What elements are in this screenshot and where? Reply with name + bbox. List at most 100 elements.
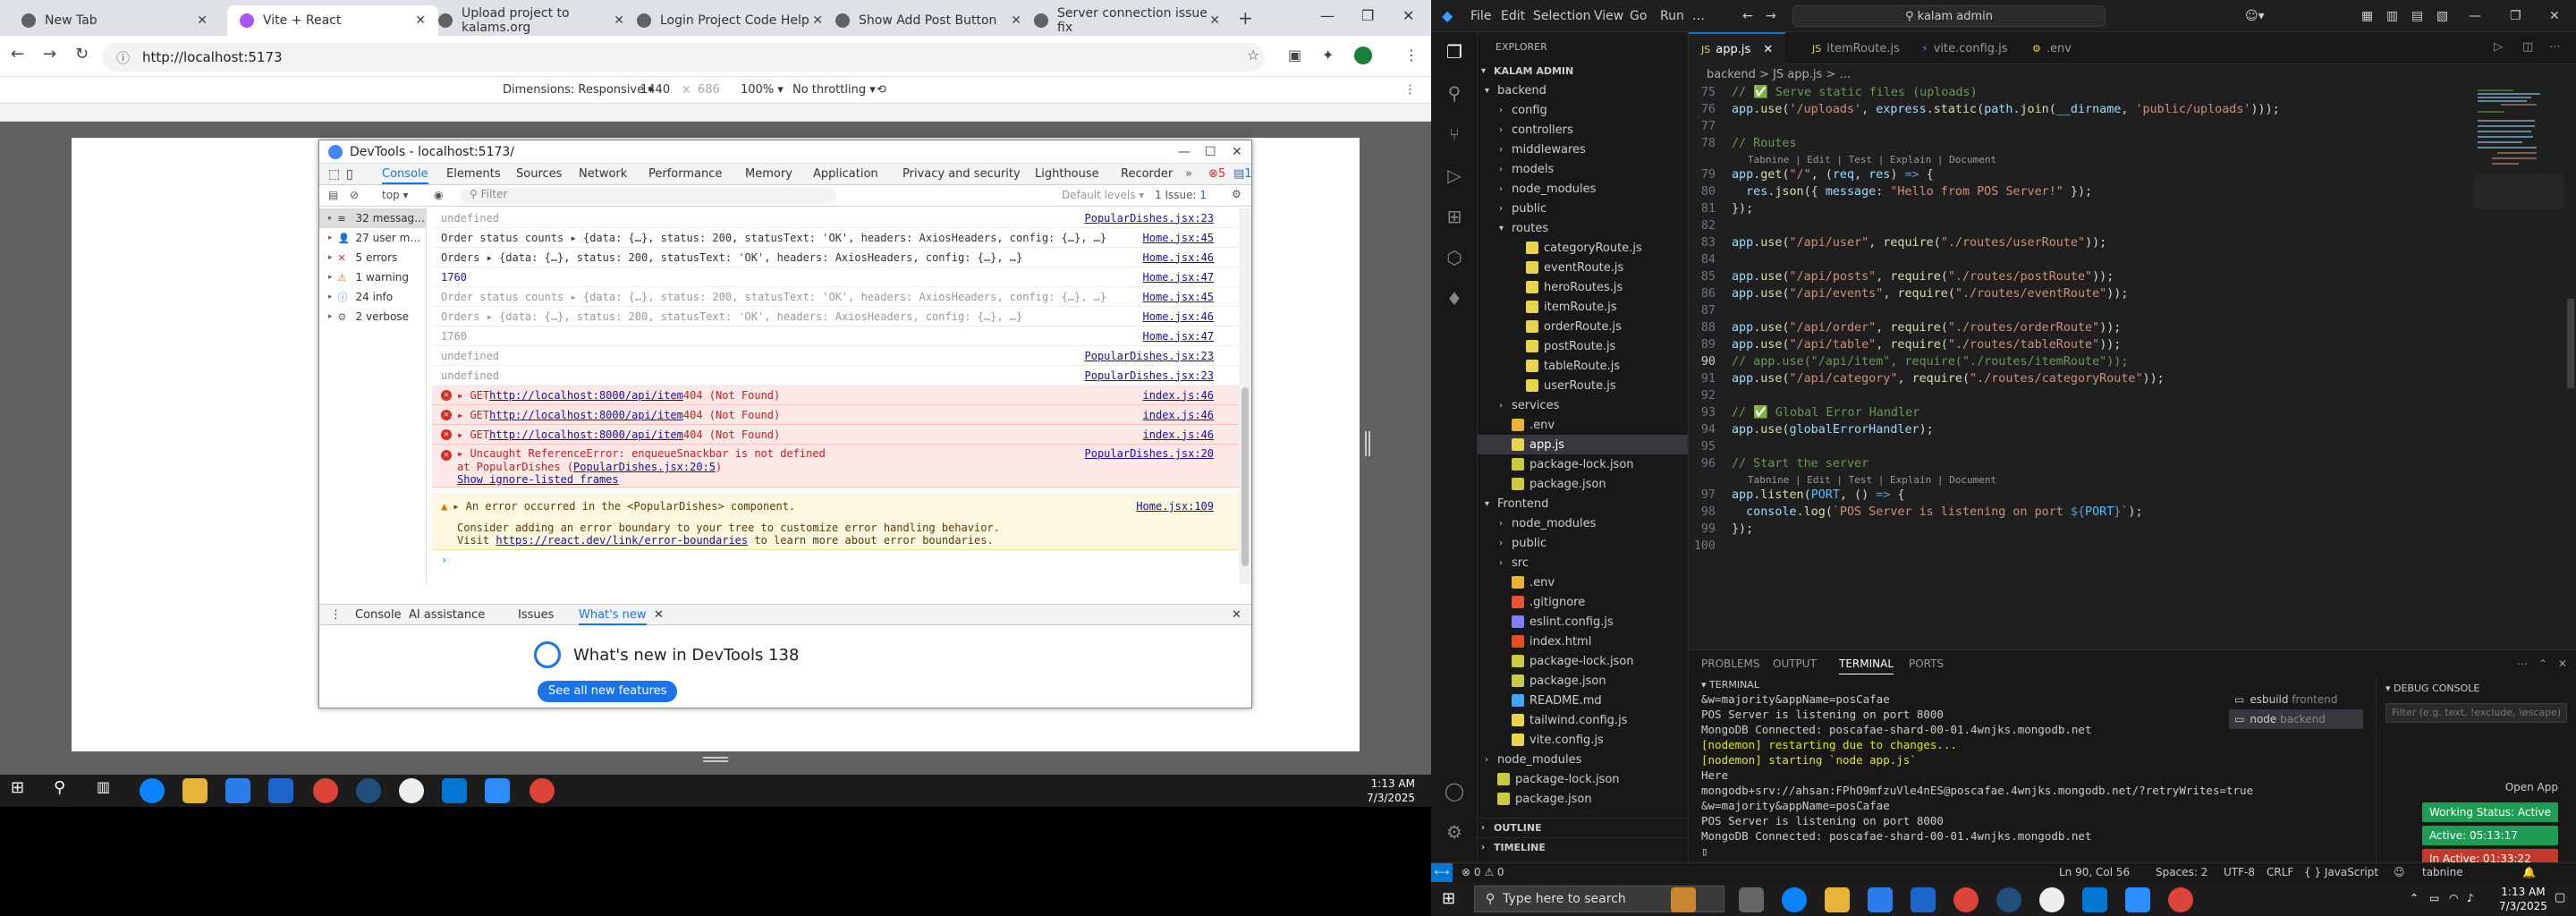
code-line[interactable]: 92	[1689, 387, 2467, 404]
remote-icon[interactable]: ⬡	[1444, 247, 1465, 268]
tray-chevron-icon[interactable]: ⌃	[2410, 892, 2419, 904]
code-line[interactable]: 88 app.use("/api/order", require("./route…	[1689, 319, 2467, 336]
close-window-icon[interactable]: ✕	[2549, 9, 2560, 23]
maximize-icon[interactable]: ☐	[1205, 145, 1216, 159]
code-line[interactable]: 77	[1689, 118, 2467, 135]
tab-application[interactable]: Application	[813, 167, 878, 181]
console-prompt[interactable]: ›	[432, 550, 1239, 570]
maximize-icon[interactable]: ❐	[2510, 9, 2521, 23]
timeline-section[interactable]: › TIMELINE	[1478, 837, 1689, 857]
scroll-thumb[interactable]	[1241, 387, 1249, 566]
chrome-menu-icon[interactable]: ⋮	[1404, 47, 1419, 64]
sidebar-toggle-icon[interactable]: ▥	[2386, 9, 2398, 23]
code-line[interactable]: 91 app.use("/api/category", require("./ro…	[1689, 370, 2467, 387]
notifications-icon[interactable]: 🔔	[2522, 866, 2536, 878]
tree-file[interactable]: .env	[1478, 572, 1688, 592]
browser-tab[interactable]: Upload project to kalams.org ✕	[426, 5, 637, 36]
run-icon[interactable]: ▷	[2494, 40, 2503, 54]
terminal-instance[interactable]: ▭ node backend	[2229, 709, 2363, 729]
code-line[interactable]: 78 // Routes	[1689, 135, 2467, 152]
code-line[interactable]: 94 app.use(globalErrorHandler);	[1689, 421, 2467, 438]
extension-icon[interactable]: ▣	[1288, 47, 1301, 64]
tree-file[interactable]: eslint.config.js	[1478, 612, 1688, 632]
throttle-dropdown[interactable]: No throttling ▾	[792, 83, 876, 97]
browser-tab[interactable]: Show Add Post Button ✕	[823, 5, 1034, 36]
profile-avatar[interactable]	[1354, 47, 1372, 64]
console-message[interactable]: Order status counts ▸ {data: {…}, status…	[432, 287, 1239, 307]
source-link[interactable]: Home.jsx:47	[1143, 271, 1214, 284]
panel-toggle-icon[interactable]: ▤	[2411, 9, 2423, 23]
source-control-icon[interactable]: ⑂	[1444, 123, 1465, 145]
editor-tab[interactable]: ⚙ .env	[2020, 32, 2084, 64]
tree-folder[interactable]: › middlewares	[1478, 140, 1688, 159]
more-actions-icon[interactable]: ⋯	[2549, 40, 2561, 54]
windows-start-icon[interactable]: ⊞	[1442, 889, 1455, 908]
console-message[interactable]: undefined PopularDishes.jsx:23	[432, 346, 1239, 366]
tab-lighthouse[interactable]: Lighthouse	[1035, 167, 1099, 181]
code-line[interactable]: 80 res.json({ message: "Hello from POS S…	[1689, 183, 2467, 200]
tree-folder[interactable]: › public	[1478, 533, 1688, 553]
context-select[interactable]: top ▾	[382, 189, 409, 201]
tab-sources[interactable]: Sources	[516, 167, 562, 181]
tree-file[interactable]: heroRoutes.js	[1478, 277, 1688, 297]
console-sidebar-item[interactable]: ▸ ⓘ 24 info	[319, 287, 426, 307]
drawer-tab-issues[interactable]: Issues	[518, 608, 554, 622]
tree-folder[interactable]: ▾ backend	[1478, 81, 1688, 100]
code-line[interactable]: 84	[1689, 251, 2467, 268]
code-line[interactable]: 100	[1689, 538, 2467, 555]
tree-folder[interactable]: › services	[1478, 395, 1688, 415]
forward-icon[interactable]: →	[43, 45, 56, 64]
request-url-link[interactable]: http://localhost:8000/api/item	[489, 409, 683, 421]
clear-console-icon[interactable]: ⊘	[350, 189, 359, 201]
code-line[interactable]: 89 app.use("/api/table", require("./route…	[1689, 336, 2467, 353]
code-line[interactable]: 93 // ✅ Global Error Handler	[1689, 404, 2467, 421]
device-menu-icon[interactable]: ⋮	[1404, 83, 1416, 97]
split-editor-icon[interactable]: ◫	[2522, 40, 2533, 54]
tree-file[interactable]: vite.config.js	[1478, 730, 1688, 750]
close-tab-icon[interactable]: ✕	[614, 13, 624, 28]
console-scrollbar[interactable]	[1239, 208, 1251, 584]
browser-tab[interactable]: New Tab ✕	[9, 5, 220, 36]
browser-tab[interactable]: Server connection issue fix ✕	[1021, 5, 1233, 36]
issues-link[interactable]: 1 Issue: 1	[1155, 189, 1207, 201]
notification-center-icon[interactable]: ▢	[2555, 891, 2565, 904]
editor-tab[interactable]: JS itemRoute.js	[1800, 32, 1912, 64]
tab-recorder[interactable]: Recorder	[1121, 167, 1173, 181]
mail-icon[interactable]	[268, 778, 293, 803]
drawer-menu-icon[interactable]: ⋮	[330, 608, 342, 622]
see-new-features-button[interactable]: See all new features	[538, 681, 678, 702]
tree-file[interactable]: eventRoute.js	[1478, 258, 1688, 277]
panel-tab-terminal[interactable]: TERMINAL	[1839, 657, 1894, 674]
tabnine-status[interactable]: tabnine	[2422, 866, 2463, 878]
layout-icon[interactable]: ▦	[2361, 9, 2373, 23]
height-resize-handle[interactable]	[703, 757, 728, 762]
run-debug-icon[interactable]: ▷	[1444, 165, 1465, 186]
copilot-status-icon[interactable]: ☺	[2394, 866, 2405, 878]
scroll-thumb[interactable]	[2567, 299, 2574, 388]
file-explorer-icon[interactable]	[1825, 887, 1850, 912]
close-panel-icon[interactable]: ✕	[2558, 657, 2567, 670]
close-tab-icon[interactable]: ✕	[415, 13, 426, 28]
tree-folder[interactable]: › controllers	[1478, 120, 1688, 140]
app-icon[interactable]	[356, 778, 381, 803]
menu-more[interactable]: …	[1692, 9, 1705, 23]
console-error[interactable]: ✕ ▸ GET http://localhost:8000/api/item 40…	[432, 405, 1239, 425]
browser-tab[interactable]: Login Project Code Help ✕	[624, 5, 835, 36]
debug-filter-input[interactable]: Filter (e.g. text, !exclude, \escape)	[2385, 703, 2567, 723]
chrome-icon[interactable]	[2168, 887, 2193, 912]
device-toggle-icon[interactable]: ▯	[346, 167, 353, 182]
source-link[interactable]: PopularDishes.jsx:23	[1085, 369, 1215, 382]
tab-memory[interactable]: Memory	[745, 167, 792, 181]
tree-file[interactable]: package-lock.json	[1478, 651, 1688, 671]
task-view-icon[interactable]: ▥	[97, 778, 122, 803]
panel-tab-ports[interactable]: PORTS	[1909, 657, 1944, 670]
tab-elements[interactable]: Elements	[446, 167, 501, 181]
new-tab-icon[interactable]: +	[1238, 7, 1253, 29]
request-url-link[interactable]: http://localhost:8000/api/item	[489, 428, 683, 441]
language-mode[interactable]: { } JavaScript	[2304, 866, 2378, 878]
more-tabs-icon[interactable]: »	[1185, 167, 1192, 181]
panel-tab-output[interactable]: OUTPUT	[1773, 657, 1817, 670]
console-message[interactable]: undefined PopularDishes.jsx:23	[432, 208, 1239, 228]
drawer-tab-whats-new[interactable]: What's new	[579, 608, 647, 625]
zoom-icon[interactable]	[2125, 887, 2150, 912]
